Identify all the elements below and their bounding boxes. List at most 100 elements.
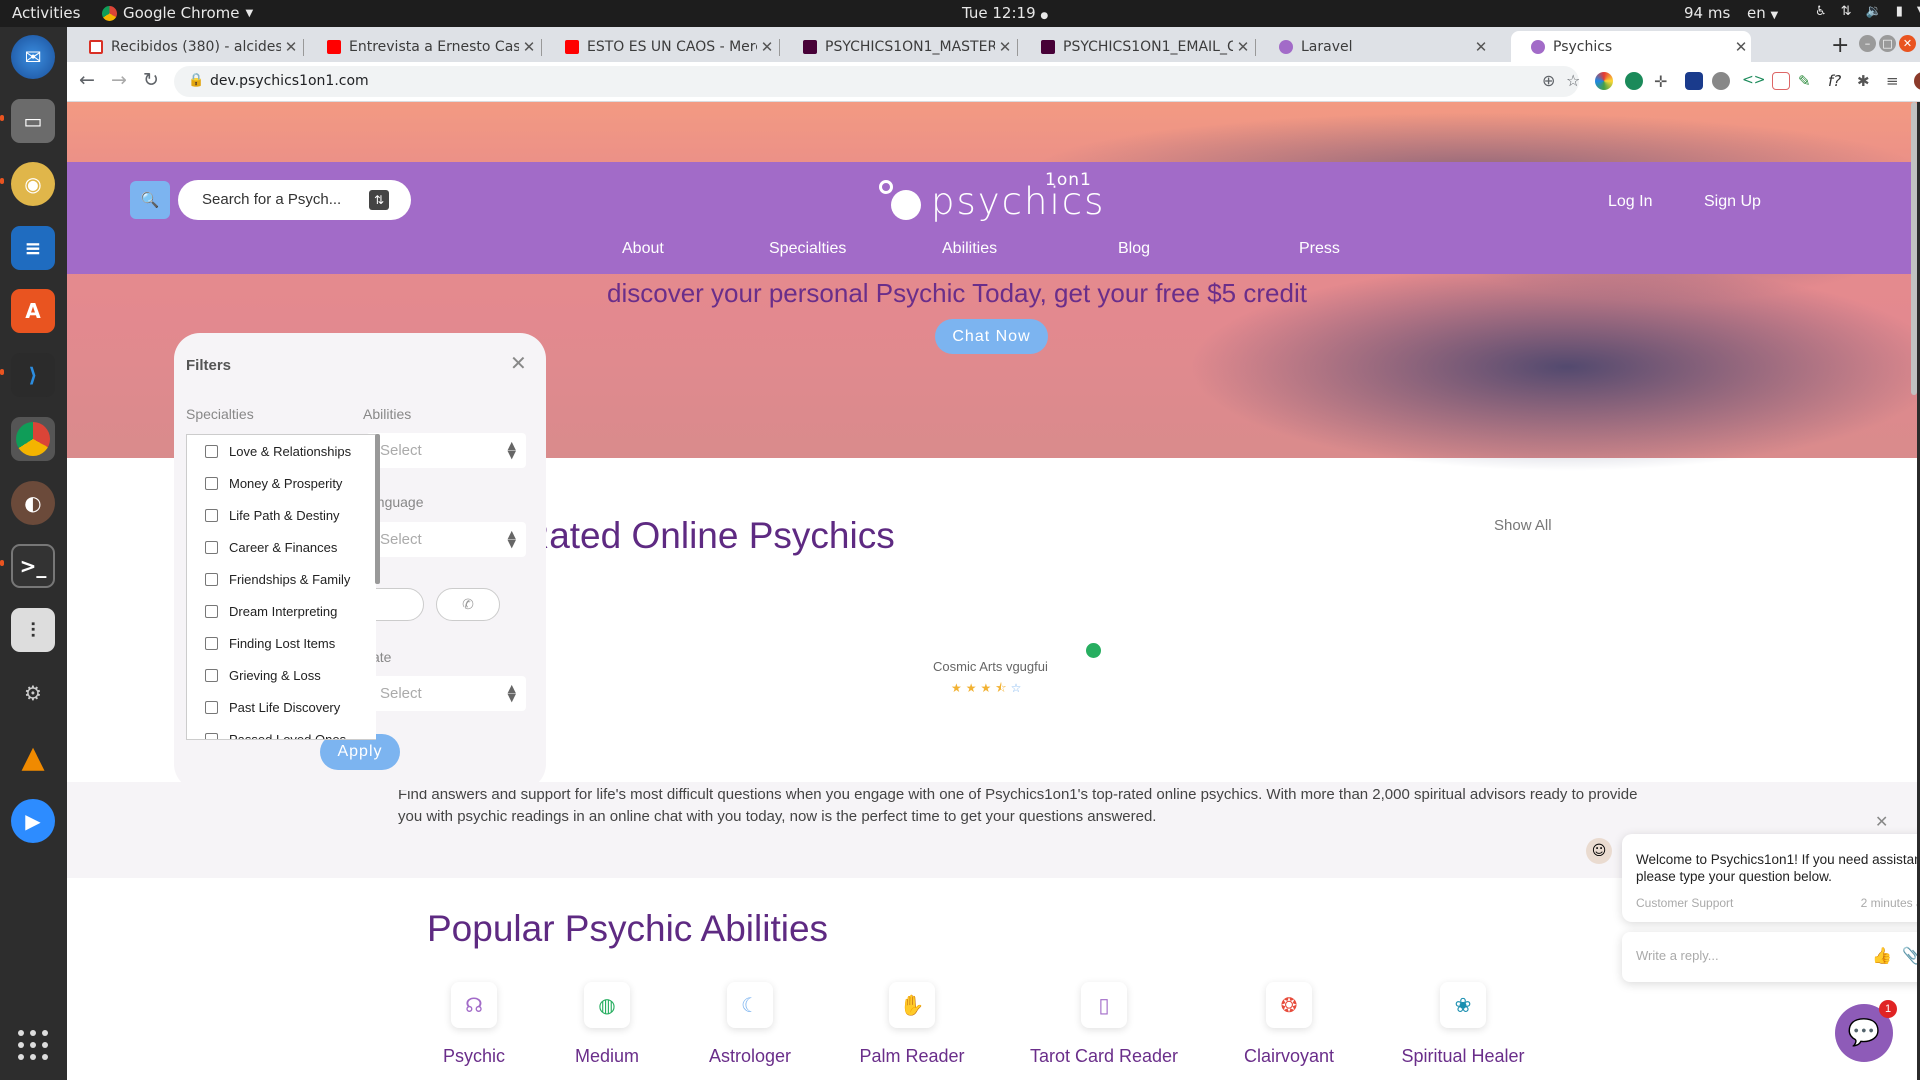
search-button[interactable]: 🔍	[130, 181, 170, 219]
rate-select[interactable]: Select ▲ ▼	[366, 676, 526, 711]
search-box[interactable]: ⇅	[178, 180, 411, 220]
writer-icon[interactable]: ≡	[11, 226, 55, 270]
login-link[interactable]: Log In	[1608, 193, 1652, 211]
specialty-option[interactable]: Grieving & Loss	[205, 668, 321, 683]
nav-about[interactable]: About	[622, 240, 664, 258]
forward-button[interactable]: →	[111, 69, 127, 91]
attachment-icon[interactable]: 📎	[1902, 946, 1917, 965]
software-center-icon[interactable]: A	[11, 289, 55, 333]
page-scrollbar[interactable]	[1911, 102, 1917, 395]
specialties-scrollbar[interactable]	[375, 434, 380, 584]
settings-tools-icon[interactable]: ⚙	[11, 671, 55, 715]
close-tab-icon[interactable]: ✕	[1471, 38, 1491, 56]
nav-press[interactable]: Press	[1299, 240, 1340, 258]
extensions-puzzle-icon[interactable]: ✱	[1857, 72, 1875, 90]
ability-item[interactable]: ☾ Astrologer	[660, 982, 840, 1067]
extension-gear-icon[interactable]	[1712, 72, 1730, 90]
specialty-option[interactable]: Love & Relationships	[205, 444, 351, 459]
lock-icon[interactable]: 🔒	[188, 73, 204, 88]
media-control-icon[interactable]: ≡	[1886, 72, 1904, 90]
back-button[interactable]: ←	[79, 69, 95, 91]
code-extension-icon[interactable]: <>	[1742, 72, 1765, 90]
move-extension-icon[interactable]: ✛	[1654, 72, 1672, 91]
terminal-icon[interactable]: >_	[11, 544, 55, 588]
system-menu[interactable]: ♿ ⇅ 🔉 ▮ ▼	[1815, 4, 1920, 19]
tab-youtube-2[interactable]: ESTO ES UN CAOS - Mercado ✕	[545, 31, 777, 62]
checkbox[interactable]	[205, 701, 218, 714]
specialty-option[interactable]: Dream Interpreting	[205, 604, 337, 619]
specialty-option[interactable]: Life Path & Destiny	[205, 508, 340, 523]
color-picker-extension-icon[interactable]	[1595, 72, 1613, 90]
new-tab-button[interactable]: +	[1831, 33, 1849, 58]
language-indicator[interactable]: en ▼	[1747, 4, 1778, 22]
checkbox[interactable]	[205, 669, 218, 682]
phone-channel-toggle[interactable]: ✆	[436, 588, 500, 621]
extension-badge-icon[interactable]	[1685, 72, 1703, 90]
rhythmbox-icon[interactable]: ◉	[11, 162, 55, 206]
close-tab-icon[interactable]: ✕	[995, 38, 1015, 56]
checkbox[interactable]	[205, 573, 218, 586]
ability-item[interactable]: ✋ Palm Reader	[822, 982, 1002, 1067]
close-window-icon[interactable]: ✕	[1899, 35, 1916, 52]
abilities-select[interactable]: Select ▲ ▼	[366, 433, 526, 468]
specialty-option[interactable]: Passed Loved Ones	[205, 732, 346, 739]
tab-xd-master[interactable]: PSYCHICS1ON1_MASTER_ ✕	[783, 31, 1015, 62]
clock[interactable]: Tue 12:19 ●	[962, 4, 1048, 22]
maximize-icon[interactable]: □	[1879, 35, 1896, 52]
specialty-option[interactable]: Past Life Discovery	[205, 700, 340, 715]
nav-blog[interactable]: Blog	[1118, 240, 1150, 258]
specialty-option[interactable]: Career & Finances	[205, 540, 337, 555]
thunderbird-icon[interactable]: ✉	[11, 35, 55, 79]
checkbox[interactable]	[205, 477, 218, 490]
signup-link[interactable]: Sign Up	[1704, 193, 1761, 211]
tab-laravel[interactable]: Laravel ✕	[1259, 31, 1491, 62]
activities-button[interactable]: Activities	[12, 4, 80, 22]
profile-avatar[interactable]	[1914, 72, 1920, 90]
address-bar[interactable]: 🔒 dev.psychics1on1.com ⊕ ☆	[174, 66, 1580, 97]
close-icon[interactable]: ✕	[510, 351, 527, 375]
filter-sliders-icon[interactable]: ⇅	[369, 190, 389, 210]
chat-now-button[interactable]: Chat Now	[935, 319, 1048, 354]
specialties-dropdown[interactable]: Love & Relationships Money & Prosperity Li…	[186, 434, 376, 740]
psychic-card-name[interactable]: Cosmic Arts vgugfui	[933, 659, 1048, 674]
checkbox[interactable]	[205, 541, 218, 554]
ability-item[interactable]: ❂ Clairvoyant	[1199, 982, 1379, 1067]
nav-abilities[interactable]: Abilities	[942, 240, 997, 258]
eyedropper-extension-icon[interactable]: ✎	[1798, 72, 1816, 90]
dbeaver-icon[interactable]: ◐	[11, 481, 55, 525]
mixer-icon[interactable]: ⫶	[11, 608, 55, 652]
files-icon[interactable]: ▭	[11, 99, 55, 143]
language-select[interactable]: Select ▲ ▼	[366, 522, 526, 557]
tab-psychics[interactable]: Psychics ✕	[1511, 31, 1751, 62]
close-tab-icon[interactable]: ✕	[757, 38, 777, 56]
ability-item[interactable]: ❀ Spiritual Healer	[1373, 982, 1553, 1067]
ability-item[interactable]: ▯ Tarot Card Reader	[1014, 982, 1194, 1067]
specialty-option[interactable]: Money & Prosperity	[205, 476, 342, 491]
chat-reply-input[interactable]	[1636, 948, 1836, 963]
minimize-icon[interactable]: –	[1859, 35, 1876, 52]
checkbox[interactable]	[205, 445, 218, 458]
specialty-option[interactable]: Friendships & Family	[205, 572, 350, 587]
zoom-icon[interactable]: ▶	[11, 799, 55, 843]
tab-gmail[interactable]: Recibidos (380) - alcidesrh ✕	[69, 31, 301, 62]
specialty-option[interactable]: Finding Lost Items	[205, 636, 335, 651]
tab-youtube-1[interactable]: Entrevista a Ernesto Castro ✕	[307, 31, 539, 62]
checkbox[interactable]	[205, 509, 218, 522]
checkbox[interactable]	[205, 637, 218, 650]
calendar-extension-icon[interactable]	[1772, 72, 1790, 90]
close-tab-icon[interactable]: ✕	[281, 38, 301, 56]
extension-green-icon[interactable]	[1625, 72, 1643, 90]
bookmark-star-icon[interactable]: ☆	[1566, 71, 1580, 90]
font-extension-icon[interactable]: f?	[1828, 72, 1846, 90]
search-input[interactable]	[202, 191, 352, 208]
close-icon[interactable]: ✕	[1875, 812, 1888, 831]
close-tab-icon[interactable]: ✕	[519, 38, 539, 56]
checkbox[interactable]	[205, 733, 218, 739]
vlc-icon[interactable]: ▲	[11, 735, 55, 779]
reload-button[interactable]: ↻	[143, 69, 159, 91]
checkbox[interactable]	[205, 605, 218, 618]
chrome-icon[interactable]	[11, 417, 55, 461]
site-logo[interactable]: psychics 1on1	[879, 170, 1119, 230]
nav-specialties[interactable]: Specialties	[769, 240, 846, 258]
thumbs-up-icon[interactable]: 👍	[1872, 946, 1892, 965]
